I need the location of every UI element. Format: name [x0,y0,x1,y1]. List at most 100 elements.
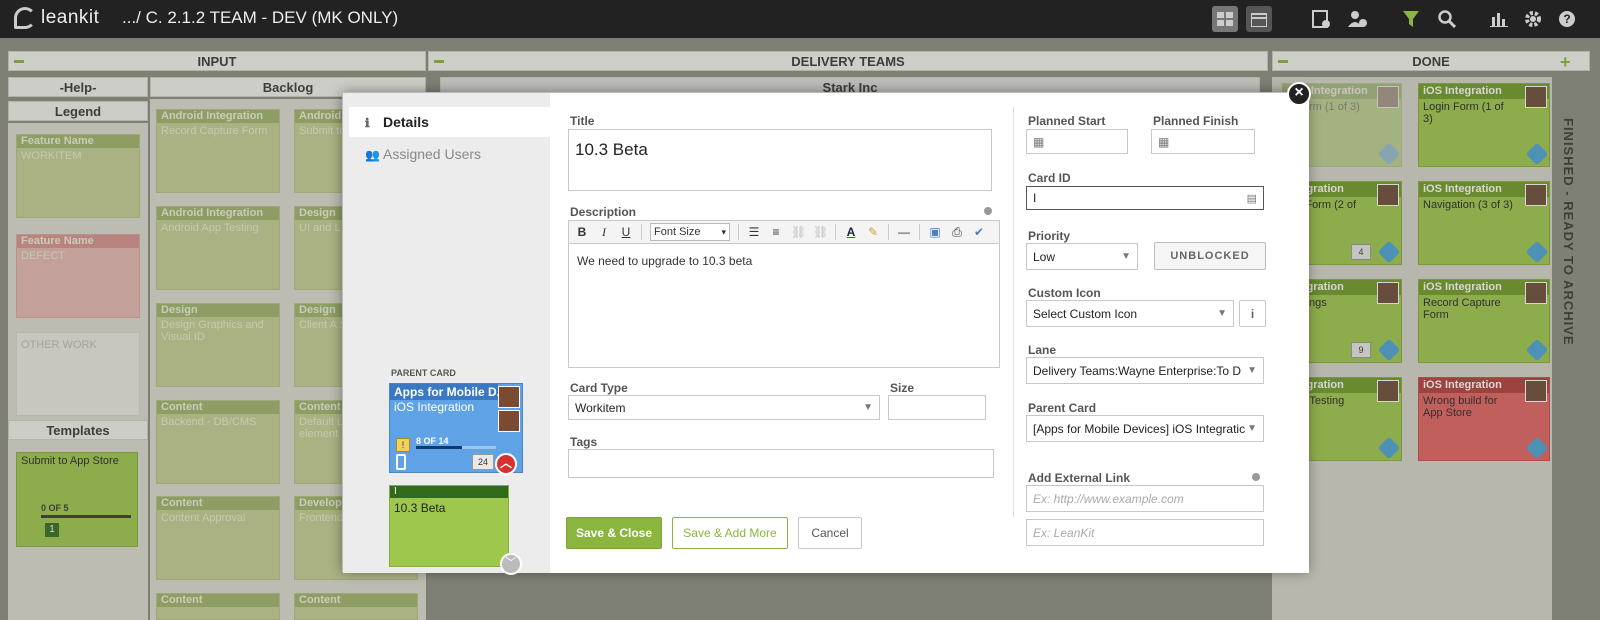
tab-details[interactable]: ℹ Details [349,107,550,137]
chevron-down-icon: ▼ [1217,308,1227,319]
lane-select[interactable]: Delivery Teams:Wayne Enterprise:To D ▼ [1026,357,1264,384]
italic-icon[interactable]: I [597,225,611,240]
custom-icon-select[interactable]: Select Custom Icon ▼ [1026,300,1234,327]
current-card-preview: I 10.3 Beta [389,485,509,567]
parent-card-label: PARENT CARD [391,368,456,378]
card-type-value: Workitem [575,400,626,415]
mobile-icon [396,454,406,470]
logo-text: leankit [41,7,100,28]
tags-label: Tags [570,435,598,449]
card-id-field[interactable]: I ▤ [1026,186,1264,210]
highlight-icon[interactable]: ✎ [866,225,880,239]
parent-card-field-label: Parent Card [1028,401,1097,415]
svg-text:?: ? [1563,12,1570,26]
save-close-button[interactable]: Save & Close [566,517,662,549]
leankit-logo[interactable]: leankit [14,7,99,29]
spellcheck-icon[interactable]: ✔ [972,225,986,239]
planned-start-label: Planned Start [1028,114,1106,128]
image-icon[interactable]: ▣ [928,225,942,239]
link-icon[interactable]: ⛓ [791,225,806,239]
card-type-label: Card Type [570,381,628,395]
logo-icon [14,7,36,29]
avatar [498,386,520,408]
planned-finish-field[interactable]: ▦ [1151,129,1255,154]
tab-label: Assigned Users [383,146,482,162]
chevron-down-icon: ▼ [1247,365,1257,376]
description-label: Description [570,205,637,219]
planned-finish-label: Planned Finish [1153,114,1239,128]
size-field[interactable] [888,395,986,420]
title-field[interactable]: 10.3 Beta [568,129,992,191]
add-card-icon[interactable] [1308,6,1334,32]
priority-value: Low [1033,249,1056,264]
unlink-icon[interactable]: ⛓ [813,225,828,239]
help-icon[interactable]: ? [1554,6,1580,32]
chevron-down-icon: ▼ [1247,423,1257,434]
priority-label: Priority [1028,229,1071,243]
unblocked-button[interactable]: UNBLOCKED [1154,242,1266,270]
lane-value: Delivery Teams:Wayne Enterprise:To D [1033,363,1242,378]
external-url-field[interactable]: Ex: http://www.example.com [1026,485,1264,512]
parent-card-progress: 8 OF 14 [416,436,449,446]
collapse-up-icon[interactable]: ︿ [495,453,517,475]
chevron-down-icon: ▼ [1121,251,1131,262]
numbered-list-icon[interactable]: ≡ [769,225,783,239]
chevron-down-icon: ▼ [863,402,873,413]
card-id-icon[interactable]: ▤ [1247,192,1257,205]
warning-icon: ! [396,438,410,452]
priority-select[interactable]: Low ▼ [1026,243,1138,270]
description-editor[interactable]: We need to upgrade to 10.3 beta [568,244,1000,368]
font-size-select[interactable]: Font Size [650,223,730,241]
board-view-icon[interactable] [1212,6,1238,32]
bold-icon[interactable]: B [575,225,589,239]
planned-start-field[interactable]: ▦ [1026,129,1128,154]
tab-label: Details [383,114,429,130]
board-title[interactable]: .../ C. 2.1.2 TEAM - DEV (MK ONLY) [122,8,398,28]
description-toolbar: B I U Font Size ☰ ≡ ⛓ ⛓ A ✎ — ▣ ⎙ ✔ [568,220,1000,244]
modal-sidebar: ℹ Details 👥 Assigned Users PARENT CARD App… [343,93,550,575]
parent-card-title: Apps for Mobile D... [390,384,498,400]
card-edit-modal: ℹ Details 👥 Assigned Users PARENT CARD App… [342,92,1309,575]
avatar [498,410,520,432]
top-bar: leankit .../ C. 2.1.2 TEAM - DEV (MK ONL… [0,0,1600,38]
tab-assigned-users[interactable]: 👥 Assigned Users [349,139,550,169]
help-icon[interactable] [1252,473,1260,481]
external-link-label: Add External Link [1028,471,1131,485]
underline-icon[interactable]: U [619,225,633,239]
current-card-header: I [390,486,508,498]
parent-card-select[interactable]: [Apps for Mobile Devices] iOS Integratic… [1026,415,1264,442]
external-url-placeholder: Ex: http://www.example.com [1033,491,1184,506]
bullet-list-icon[interactable]: ☰ [747,225,761,239]
modal-main: Title 10.3 Beta Description B I U Font S… [550,93,1309,573]
search-icon[interactable] [1434,6,1460,32]
tags-field[interactable] [568,449,994,478]
card-id-label: Card ID [1028,171,1071,185]
help-icon[interactable] [984,207,992,215]
save-add-more-button[interactable]: Save & Add More [672,517,788,549]
calendar-icon: ▦ [1033,134,1045,149]
calendar-icon: ▦ [1158,134,1170,149]
card-id-value: I [1033,191,1037,205]
close-icon[interactable]: × [1287,82,1311,106]
info-icon[interactable]: i [1239,300,1266,327]
custom-icon-label: Custom Icon [1028,286,1101,300]
calendar-view-icon[interactable] [1246,6,1272,32]
card-type-select[interactable]: Workitem ▼ [568,395,880,420]
add-user-icon[interactable] [1344,6,1370,32]
settings-icon[interactable] [1520,6,1546,32]
parent-card-progress-bar [416,446,496,449]
cancel-button[interactable]: Cancel [798,517,862,549]
horizontal-rule-icon[interactable]: — [897,225,911,239]
title-label: Title [570,114,595,128]
expand-down-icon[interactable]: ﹀ [500,553,522,575]
date-badge: 24 [472,454,494,470]
text-color-icon[interactable]: A [844,225,858,239]
analytics-icon[interactable] [1486,6,1512,32]
current-card-title: 10.3 Beta [394,501,446,515]
users-icon: 👥 [365,148,380,162]
print-icon[interactable]: ⎙ [950,225,964,240]
info-icon: ℹ [365,116,370,130]
external-label-placeholder: Ex: LeanKit [1033,525,1095,540]
filter-icon[interactable] [1398,6,1424,32]
external-label-field[interactable]: Ex: LeanKit [1026,519,1264,546]
